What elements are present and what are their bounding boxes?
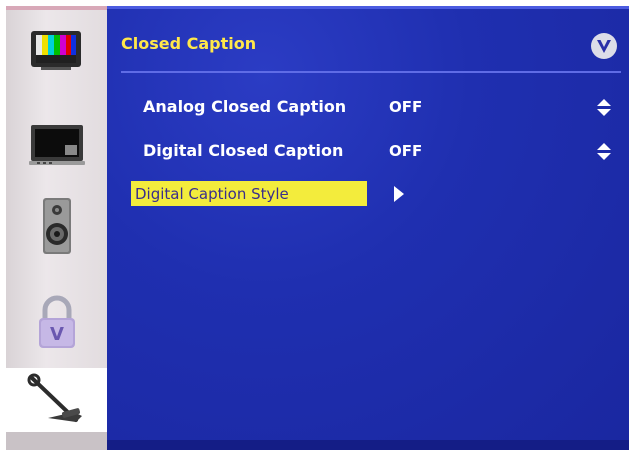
vizio-logo-icon <box>591 33 617 59</box>
speaker-icon <box>42 198 71 254</box>
sidebar-item-audio[interactable] <box>6 191 107 261</box>
up-down-arrows-icon[interactable] <box>597 99 611 117</box>
sidebar-item-input[interactable] <box>6 110 107 180</box>
menu-row-digital-caption-style[interactable]: Digital Caption Style <box>121 181 621 207</box>
menu-row-label: Digital Closed Caption <box>143 141 344 160</box>
sidebar-item-parental[interactable]: V <box>6 287 107 357</box>
menu-title: Closed Caption <box>121 34 257 53</box>
sidebar-footer <box>6 432 107 450</box>
menu-row-value: OFF <box>389 98 423 116</box>
menu-panel-footer <box>107 440 629 450</box>
menu-row-label: Analog Closed Caption <box>143 97 347 116</box>
tv-osd-screen: V Closed Caption Analog Closed Caption O… <box>0 0 635 458</box>
menu-row-digital-cc[interactable]: Digital Closed Caption OFF <box>121 138 621 164</box>
title-divider <box>121 71 621 73</box>
picture-icon <box>30 31 81 70</box>
menu-row-value: OFF <box>389 142 423 160</box>
svg-text:V: V <box>50 324 64 345</box>
sidebar-item-picture[interactable] <box>6 14 107 84</box>
sidebar-item-setup[interactable] <box>6 368 107 432</box>
chevron-right-icon[interactable] <box>394 186 404 202</box>
lock-icon: V <box>38 295 75 348</box>
sidebar: V <box>6 6 107 450</box>
tv-input-icon <box>28 125 85 165</box>
menu-row-analog-cc[interactable]: Analog Closed Caption OFF <box>121 94 621 120</box>
wrench-setup-icon <box>27 373 82 422</box>
menu-row-label: Digital Caption Style <box>135 185 289 203</box>
up-down-arrows-icon[interactable] <box>597 143 611 161</box>
